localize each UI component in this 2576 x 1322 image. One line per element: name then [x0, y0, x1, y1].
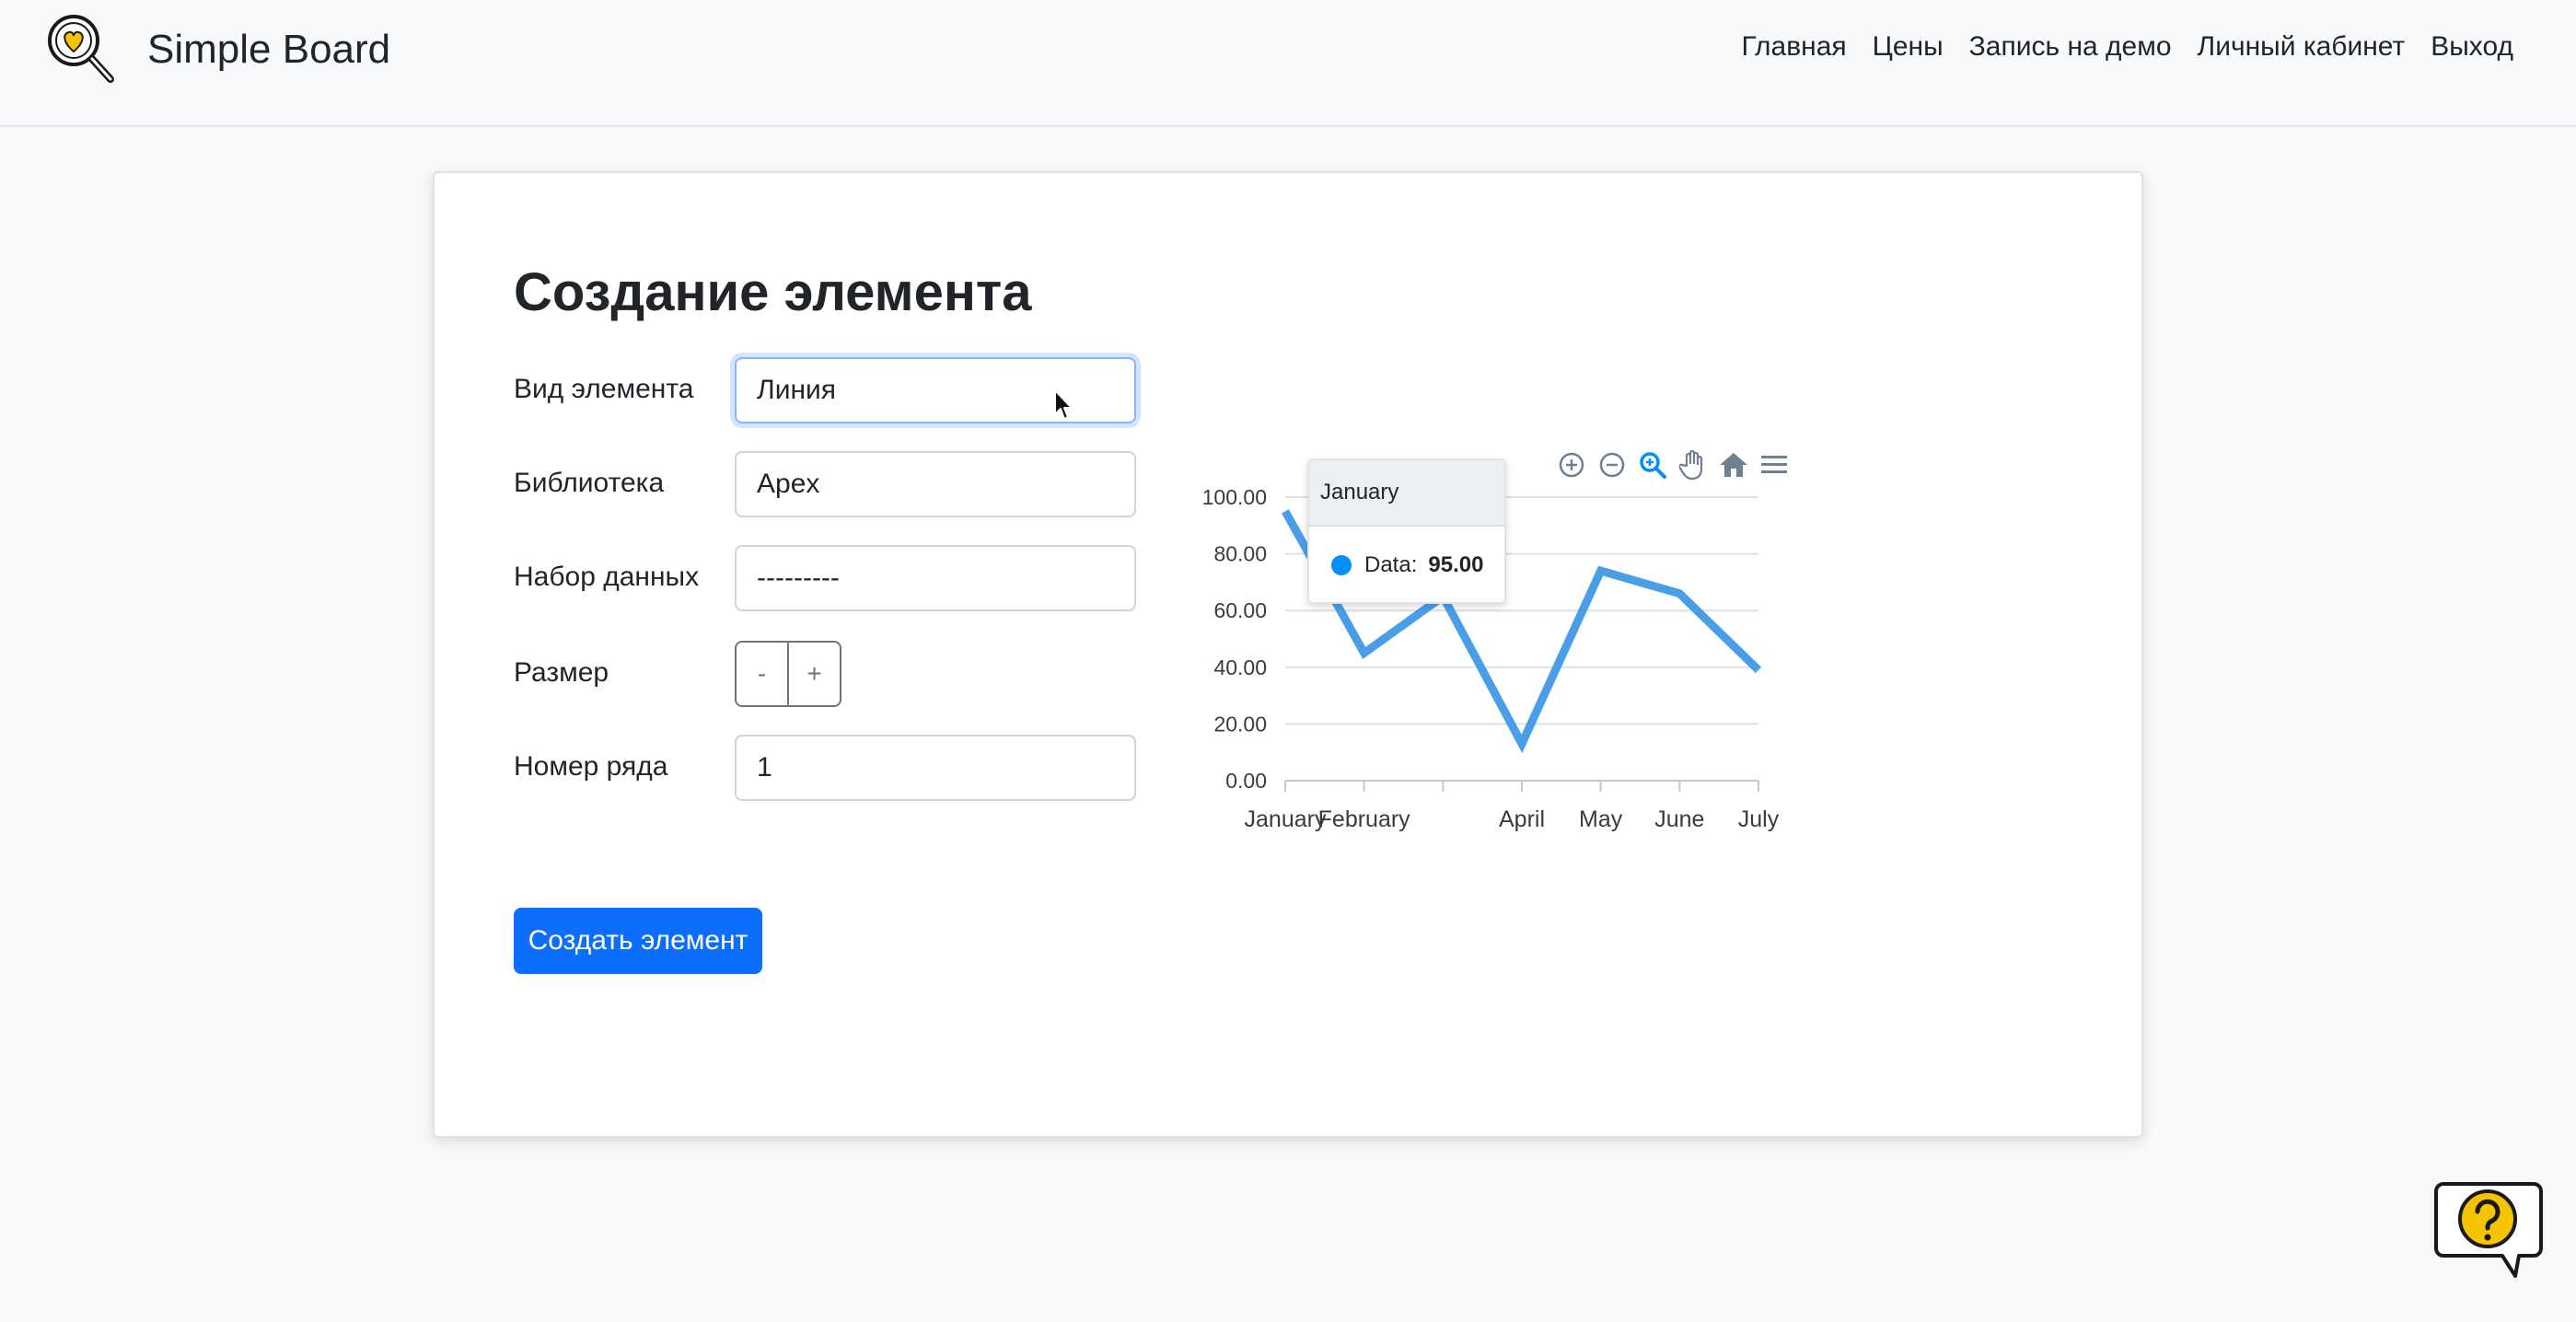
y-tick-label: 20.00 — [1213, 712, 1267, 736]
home-icon[interactable] — [1716, 447, 1751, 482]
size-stepper: - + — [735, 641, 841, 707]
x-tick-label: July — [1738, 806, 1780, 832]
dataset-value: --------- — [757, 562, 840, 593]
library-label: Библиотека — [514, 468, 665, 498]
tooltip-value: 95.00 — [1428, 552, 1484, 577]
size-decrease-button[interactable]: - — [737, 643, 787, 705]
tooltip-body: Data: 95.00 — [1309, 527, 1504, 602]
x-tick-label: January — [1245, 806, 1327, 832]
y-tick-label: 0.00 — [1225, 769, 1267, 793]
nav-link-demo[interactable]: Запись на демо — [1969, 31, 2172, 63]
tooltip-series-dot — [1331, 555, 1352, 575]
help-chat-icon[interactable] — [2431, 1177, 2545, 1283]
y-tick-label: 60.00 — [1213, 598, 1267, 622]
logo-magnifier-heart-icon — [48, 15, 114, 83]
brand[interactable]: Simple Board — [44, 11, 390, 88]
chart-toolbar — [1554, 447, 1797, 482]
navbar: Simple Board Главная Цены Запись на демо… — [0, 0, 2576, 127]
nav-link-pricing[interactable]: Цены — [1873, 31, 1944, 63]
row-number-input[interactable]: 1 — [735, 735, 1136, 801]
tooltip-category: January — [1309, 460, 1504, 527]
mouse-cursor-icon — [1054, 389, 1073, 420]
x-tick-label: February — [1318, 806, 1411, 832]
nav-link-home[interactable]: Главная — [1741, 31, 1846, 63]
size-label: Размер — [514, 657, 609, 688]
dataset-select[interactable]: --------- — [735, 545, 1136, 611]
size-increase-button[interactable]: + — [787, 643, 840, 705]
pan-hand-icon[interactable] — [1676, 447, 1711, 482]
library-select[interactable]: Apex — [735, 451, 1136, 517]
x-tick-label: May — [1579, 806, 1623, 832]
create-element-button[interactable]: Создать элемент — [514, 908, 762, 974]
element-type-value: Линия — [757, 375, 837, 405]
y-tick-label: 100.00 — [1202, 485, 1267, 509]
tooltip-series-label: Data: — [1364, 552, 1418, 577]
x-tick-label: April — [1499, 806, 1545, 832]
chart-tooltip: January Data: 95.00 — [1307, 458, 1506, 604]
y-tick-label: 40.00 — [1213, 655, 1267, 679]
brand-name: Simple Board — [147, 27, 391, 72]
nav-link-logout[interactable]: Выход — [2431, 31, 2513, 63]
zoom-out-icon[interactable] — [1595, 447, 1630, 482]
library-value: Apex — [757, 469, 820, 499]
nav-link-account[interactable]: Личный кабинет — [2198, 31, 2406, 63]
row-number-label: Номер ряда — [514, 751, 668, 782]
element-type-select[interactable]: Линия — [735, 357, 1136, 423]
page-title: Создание элемента — [514, 262, 1032, 322]
nav-links: Главная Цены Запись на демо Личный кабин… — [1715, 31, 2513, 63]
dataset-label: Набор данных — [514, 562, 700, 592]
menu-icon[interactable] — [1757, 447, 1792, 482]
magnifier-icon[interactable] — [1635, 447, 1670, 482]
zoom-in-icon[interactable] — [1554, 447, 1589, 482]
element-type-label: Вид элемента — [514, 374, 694, 404]
row-number-value: 1 — [757, 752, 772, 783]
y-tick-label: 80.00 — [1213, 542, 1267, 566]
x-tick-label: June — [1654, 806, 1704, 832]
